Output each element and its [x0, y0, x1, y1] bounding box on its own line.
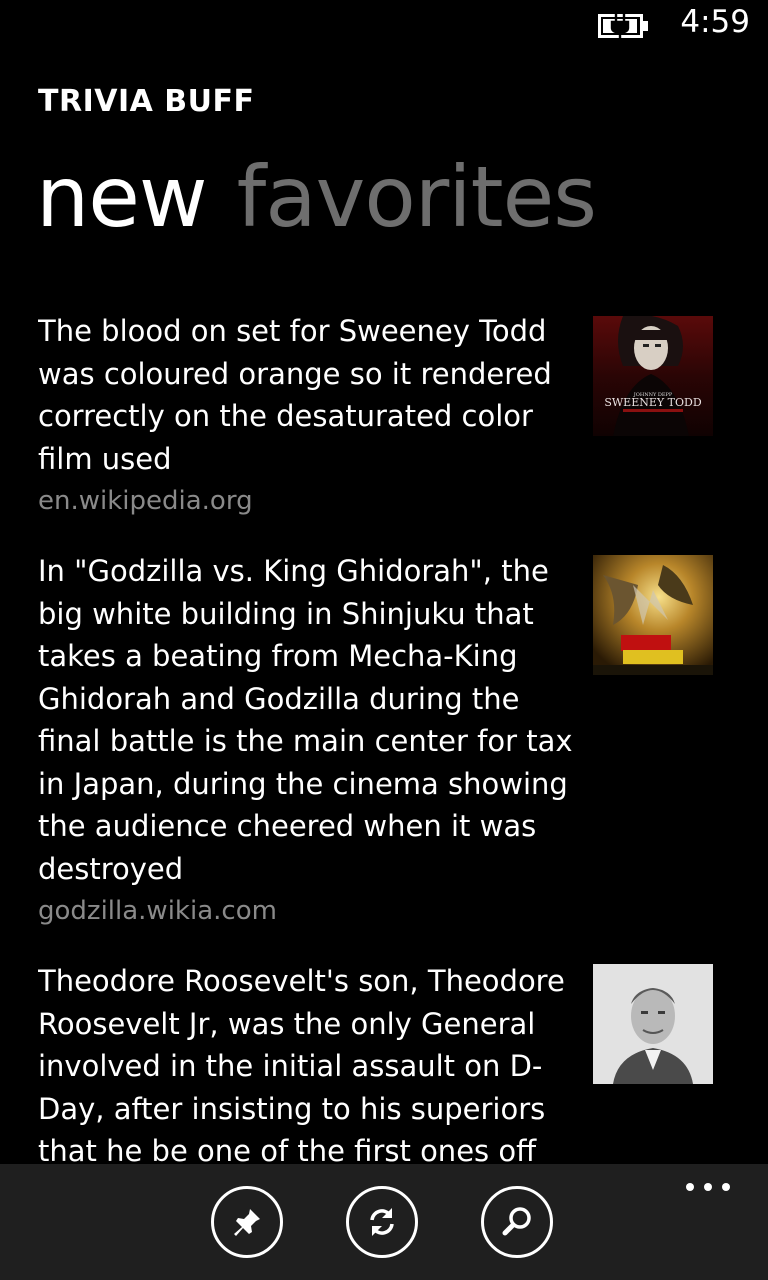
item-text: In "Godzilla vs. King Ghidorah", the big… [38, 554, 573, 886]
tab-new[interactable]: new [36, 142, 208, 252]
list-item[interactable]: Theodore Roosevelt's son, Theodore Roose… [38, 960, 738, 1165]
refresh-icon [370, 1208, 394, 1236]
pivot-header: new favorites [36, 142, 626, 252]
refresh-button[interactable] [346, 1186, 418, 1258]
pin-button[interactable] [211, 1186, 283, 1258]
status-time: 4:59 [680, 4, 750, 40]
portrait-photo-image [593, 964, 713, 1084]
godzilla-poster-image [593, 555, 713, 675]
item-text: Theodore Roosevelt's son, Theodore Roose… [38, 964, 565, 1165]
status-bar: 4:59 [0, 0, 768, 50]
trivia-list[interactable]: The blood on set for Sweeney Todd was co… [38, 310, 738, 1165]
list-item[interactable]: The blood on set for Sweeney Todd was co… [38, 310, 738, 520]
app-title: TRIVIA BUFF [38, 84, 255, 119]
list-item[interactable]: In "Godzilla vs. King Ghidorah", the big… [38, 550, 738, 930]
thumbnail-title: SWEENEY TODD [604, 396, 701, 409]
app-bar [0, 1164, 768, 1280]
more-icon[interactable] [686, 1180, 730, 1194]
search-icon [502, 1207, 531, 1236]
battery-charging-icon [598, 14, 648, 39]
sweeney-todd-poster-image: JOHNNY DEPP SWEENEY TODD [593, 316, 713, 436]
search-button[interactable] [481, 1186, 553, 1258]
pin-icon [234, 1209, 260, 1236]
tab-favorites[interactable]: favorites [237, 142, 597, 252]
item-source: en.wikipedia.org [38, 486, 253, 516]
item-text: The blood on set for Sweeney Todd was co… [38, 314, 552, 476]
item-source: godzilla.wikia.com [38, 896, 277, 926]
